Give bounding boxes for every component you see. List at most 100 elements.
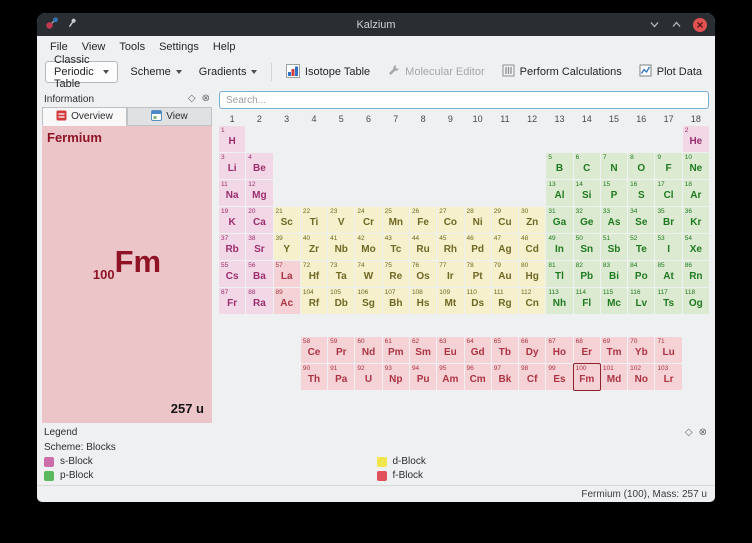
element-Sr[interactable]: 38Sr xyxy=(246,234,272,260)
element-At[interactable]: 85At xyxy=(655,261,681,287)
element-Se[interactable]: 34Se xyxy=(628,207,654,233)
element-Tl[interactable]: 81Tl xyxy=(546,261,572,287)
element-Rf[interactable]: 104Rf xyxy=(301,288,327,314)
element-Er[interactable]: 68Er xyxy=(574,337,600,363)
element-Ra[interactable]: 88Ra xyxy=(246,288,272,314)
element-Xe[interactable]: 54Xe xyxy=(683,234,709,260)
element-Np[interactable]: 93Np xyxy=(383,364,409,390)
element-Am[interactable]: 95Am xyxy=(437,364,463,390)
periodic-table-selector[interactable]: Classic Periodic Table xyxy=(45,61,118,83)
element-Th[interactable]: 90Th xyxy=(301,364,327,390)
plot-data-button[interactable]: Plot Data xyxy=(634,61,707,83)
element-Rn[interactable]: 86Rn xyxy=(683,261,709,287)
element-Fm[interactable]: 100Fm xyxy=(574,364,600,390)
gradients-button[interactable]: Gradients xyxy=(194,63,263,81)
element-Kr[interactable]: 36Kr xyxy=(683,207,709,233)
menu-item-file[interactable]: File xyxy=(43,39,75,55)
element-Si[interactable]: 14Si xyxy=(574,180,600,206)
element-Fr[interactable]: 87Fr xyxy=(219,288,245,314)
element-Be[interactable]: 4Be xyxy=(246,153,272,179)
float-panel-icon[interactable]: ◇ xyxy=(188,94,196,104)
element-Lv[interactable]: 116Lv xyxy=(628,288,654,314)
element-Mt[interactable]: 109Mt xyxy=(437,288,463,314)
element-Ce[interactable]: 58Ce xyxy=(301,337,327,363)
element-Ar[interactable]: 18Ar xyxy=(683,180,709,206)
element-Fe[interactable]: 26Fe xyxy=(410,207,436,233)
element-Sb[interactable]: 51Sb xyxy=(601,234,627,260)
element-I[interactable]: 53I xyxy=(655,234,681,260)
element-Re[interactable]: 75Re xyxy=(383,261,409,287)
element-U[interactable]: 92U xyxy=(355,364,381,390)
element-Lr[interactable]: 103Lr xyxy=(655,364,681,390)
element-He[interactable]: 2He xyxy=(683,126,709,152)
element-Nh[interactable]: 113Nh xyxy=(546,288,572,314)
element-Yb[interactable]: 70Yb xyxy=(628,337,654,363)
element-Fl[interactable]: 114Fl xyxy=(574,288,600,314)
element-Sg[interactable]: 106Sg xyxy=(355,288,381,314)
element-Rh[interactable]: 45Rh xyxy=(437,234,463,260)
element-Bk[interactable]: 97Bk xyxy=(492,364,518,390)
close-icon[interactable] xyxy=(693,18,707,32)
element-Nd[interactable]: 60Nd xyxy=(355,337,381,363)
element-Cf[interactable]: 98Cf xyxy=(519,364,545,390)
element-Tc[interactable]: 43Tc xyxy=(383,234,409,260)
element-Te[interactable]: 52Te xyxy=(628,234,654,260)
element-Pu[interactable]: 94Pu xyxy=(410,364,436,390)
element-Nb[interactable]: 41Nb xyxy=(328,234,354,260)
element-Cm[interactable]: 96Cm xyxy=(465,364,491,390)
float-panel-icon[interactable]: ◇ xyxy=(685,428,693,438)
element-Tm[interactable]: 69Tm xyxy=(601,337,627,363)
isotope-table-button[interactable]: Isotope Table xyxy=(281,61,375,84)
element-F[interactable]: 9F xyxy=(655,153,681,179)
tab-overview[interactable]: Overview xyxy=(42,107,127,126)
perform-calculations-button[interactable]: Perform Calculations xyxy=(497,61,627,83)
element-Md[interactable]: 101Md xyxy=(601,364,627,390)
element-Os[interactable]: 76Os xyxy=(410,261,436,287)
element-Hg[interactable]: 80Hg xyxy=(519,261,545,287)
minimize-icon[interactable] xyxy=(649,19,660,30)
element-Cu[interactable]: 29Cu xyxy=(492,207,518,233)
element-O[interactable]: 8O xyxy=(628,153,654,179)
element-Rb[interactable]: 37Rb xyxy=(219,234,245,260)
element-Mn[interactable]: 25Mn xyxy=(383,207,409,233)
element-Ge[interactable]: 32Ge xyxy=(574,207,600,233)
element-Zn[interactable]: 30Zn xyxy=(519,207,545,233)
element-C[interactable]: 6C xyxy=(574,153,600,179)
element-V[interactable]: 23V xyxy=(328,207,354,233)
element-In[interactable]: 49In xyxy=(546,234,572,260)
element-Ne[interactable]: 10Ne xyxy=(683,153,709,179)
element-B[interactable]: 5B xyxy=(546,153,572,179)
element-Cr[interactable]: 24Cr xyxy=(355,207,381,233)
element-Es[interactable]: 99Es xyxy=(546,364,572,390)
element-K[interactable]: 19K xyxy=(219,207,245,233)
element-Mc[interactable]: 115Mc xyxy=(601,288,627,314)
element-Lu[interactable]: 71Lu xyxy=(655,337,681,363)
element-Ds[interactable]: 110Ds xyxy=(465,288,491,314)
element-Li[interactable]: 3Li xyxy=(219,153,245,179)
element-Ir[interactable]: 77Ir xyxy=(437,261,463,287)
element-Po[interactable]: 84Po xyxy=(628,261,654,287)
element-Co[interactable]: 27Co xyxy=(437,207,463,233)
element-Cn[interactable]: 112Cn xyxy=(519,288,545,314)
element-P[interactable]: 15P xyxy=(601,180,627,206)
element-Sn[interactable]: 50Sn xyxy=(574,234,600,260)
element-Ag[interactable]: 47Ag xyxy=(492,234,518,260)
element-Ac[interactable]: 89Ac xyxy=(274,288,300,314)
element-Eu[interactable]: 63Eu xyxy=(437,337,463,363)
element-Ho[interactable]: 67Ho xyxy=(546,337,572,363)
element-Br[interactable]: 35Br xyxy=(655,207,681,233)
element-La[interactable]: 57La xyxy=(274,261,300,287)
element-Tb[interactable]: 65Tb xyxy=(492,337,518,363)
element-N[interactable]: 7N xyxy=(601,153,627,179)
element-Pt[interactable]: 78Pt xyxy=(465,261,491,287)
element-Ti[interactable]: 22Ti xyxy=(301,207,327,233)
element-Mg[interactable]: 12Mg xyxy=(246,180,272,206)
element-Bi[interactable]: 83Bi xyxy=(601,261,627,287)
element-As[interactable]: 33As xyxy=(601,207,627,233)
element-H[interactable]: 1H xyxy=(219,126,245,152)
element-Sc[interactable]: 21Sc xyxy=(274,207,300,233)
element-Zr[interactable]: 40Zr xyxy=(301,234,327,260)
element-Al[interactable]: 13Al xyxy=(546,180,572,206)
scheme-button[interactable]: Scheme xyxy=(125,63,186,81)
menu-item-tools[interactable]: Tools xyxy=(112,39,152,55)
